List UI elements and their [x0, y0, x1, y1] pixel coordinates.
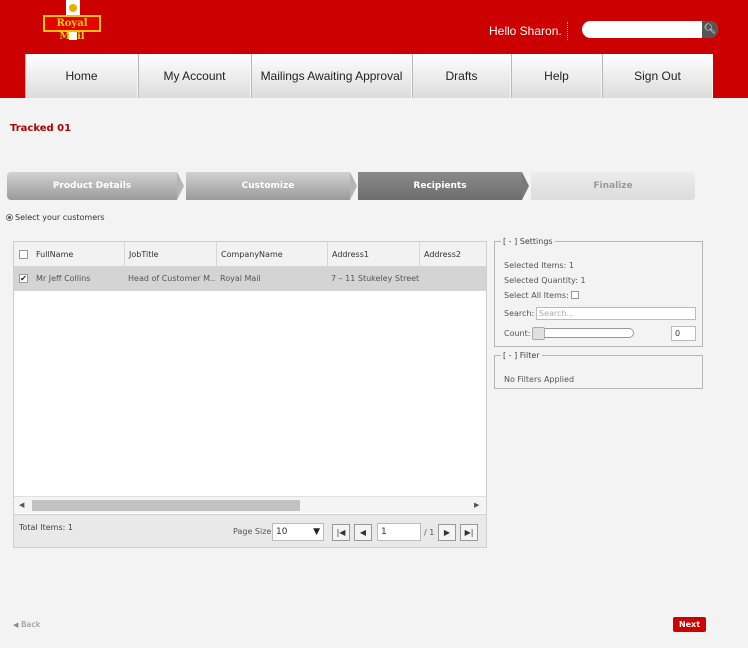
nav-item-help[interactable]: Help	[511, 54, 602, 98]
row-checkbox-checked[interactable]: ✔	[19, 274, 28, 283]
main-nav: Home My Account Mailings Awaiting Approv…	[25, 54, 713, 98]
nav-item-drafts[interactable]: Drafts	[412, 54, 511, 98]
prev-page-icon[interactable]: ◀	[354, 524, 372, 541]
page-number-input[interactable]: 1	[377, 523, 421, 541]
recipients-grid: FullName JobTitle CompanyName Address1 A…	[13, 241, 487, 548]
step-customize[interactable]: Customize	[186, 172, 350, 200]
logo-text: Royal Mail	[43, 15, 101, 42]
header-divider	[567, 22, 568, 40]
column-header-address1[interactable]: Address1	[327, 242, 419, 267]
greeting-text: Hello Sharon.	[489, 24, 562, 38]
column-header-companyname[interactable]: CompanyName	[216, 242, 327, 267]
step-arrow-icon	[350, 172, 357, 200]
page-size-select[interactable]: 10 ▼	[272, 523, 324, 541]
filter-toggle[interactable]: [ - ] Filter	[501, 351, 542, 360]
column-header-address2[interactable]: Address2	[419, 242, 486, 267]
wizard-steps: Product Details Customize Recipients Fin…	[7, 172, 695, 200]
settings-search-input[interactable]: Search...	[536, 307, 696, 320]
scroll-right-icon[interactable]: ▶	[474, 501, 479, 509]
next-button[interactable]: Next	[673, 617, 706, 632]
selected-quantity: Selected Quantity: 1	[504, 276, 586, 285]
select-customers-label: Select your customers	[15, 213, 105, 222]
radio-icon[interactable]	[6, 214, 13, 221]
select-all-items-checkbox[interactable]	[571, 291, 580, 299]
settings-panel: [ - ] Settings Selected Items: 1 Selecte…	[494, 237, 703, 347]
nav-item-my-account[interactable]: My Account	[138, 54, 251, 98]
page-size-label: Page Size:	[233, 527, 275, 536]
grid-pager: Total Items: 1 Page Size: 10 ▼ |◀ ◀ 1 / …	[14, 514, 486, 547]
column-header-jobtitle[interactable]: JobTitle	[124, 242, 216, 267]
filter-status: No Filters Applied	[504, 375, 575, 384]
select-all-items-row: Select All Items:	[504, 291, 580, 300]
search-label: Search:	[504, 309, 535, 318]
total-items: Total Items: 1	[19, 523, 73, 532]
royal-mail-logo[interactable]: Royal Mail	[43, 0, 101, 42]
column-header-fullname[interactable]: FullName	[32, 242, 124, 267]
cell-jobtitle: Head of Customer M...	[128, 274, 216, 283]
back-arrow-icon: ◀	[13, 621, 19, 629]
back-label: Back	[20, 620, 41, 629]
header-bar: Royal Mail Hello Sharon. 🔍︎ Home My Acco…	[0, 0, 748, 98]
cell-companyname: Royal Mail	[220, 274, 261, 283]
search-icon[interactable]: 🔍︎	[702, 21, 718, 38]
horizontal-scrollbar[interactable]: ◀ ▶	[14, 496, 486, 513]
back-button[interactable]: ◀ Back	[13, 620, 40, 629]
nav-item-home[interactable]: Home	[25, 54, 138, 98]
header-search-input[interactable]	[582, 21, 718, 38]
nav-item-mailings-awaiting-approval[interactable]: Mailings Awaiting Approval	[251, 54, 412, 98]
page-of-text: / 1	[424, 528, 435, 537]
nav-item-sign-out[interactable]: Sign Out	[602, 54, 713, 98]
next-page-icon[interactable]: ▶	[438, 524, 456, 541]
crown-icon	[66, 0, 80, 16]
cell-fullname: Mr Jeff Collins	[36, 274, 91, 283]
grid-header: FullName JobTitle CompanyName Address1 A…	[14, 242, 486, 267]
cell-address2	[419, 267, 486, 291]
chevron-down-icon: ▼	[313, 527, 320, 537]
step-product-details[interactable]: Product Details	[7, 172, 177, 200]
count-input[interactable]: 0	[671, 326, 696, 341]
select-all-rows-checkbox[interactable]	[19, 250, 28, 259]
count-label: Count:	[504, 329, 531, 338]
cell-address1: 7 – 11 Stukeley Street	[331, 274, 419, 283]
step-arrow-icon	[177, 172, 184, 200]
settings-toggle[interactable]: [ - ] Settings	[501, 237, 555, 246]
count-slider[interactable]	[532, 327, 634, 340]
selected-items: Selected Items: 1	[504, 261, 574, 270]
step-finalize[interactable]: Finalize	[531, 172, 695, 200]
filter-panel: [ - ] Filter No Filters Applied	[494, 351, 703, 389]
select-all-items-label: Select All Items:	[504, 291, 569, 300]
first-page-icon[interactable]: |◀	[332, 524, 350, 541]
scroll-left-icon[interactable]: ◀	[19, 501, 24, 509]
select-customers-option[interactable]: Select your customers	[6, 213, 105, 222]
step-recipients[interactable]: Recipients	[358, 172, 522, 200]
step-arrow-icon	[522, 172, 529, 200]
scroll-thumb[interactable]	[32, 500, 300, 511]
last-page-icon[interactable]: ▶|	[460, 524, 478, 541]
page-title: Tracked 01	[10, 123, 72, 134]
page-size-value: 10	[276, 527, 288, 537]
table-row[interactable]: ✔ Mr Jeff Collins Head of Customer M... …	[14, 267, 486, 291]
slider-handle[interactable]	[532, 327, 545, 340]
